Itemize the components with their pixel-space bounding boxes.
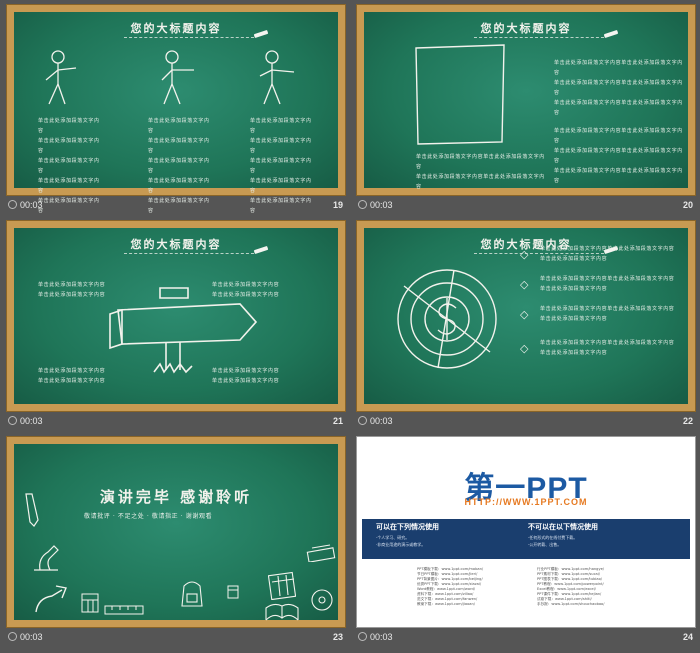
chalkboard: 您的大标题内容 单击此处添加段落文字内容 单击此处添加段落文字内容 单击此处添加段… [14,228,338,404]
slide-number: 20 [682,200,693,210]
slide-number: 19 [332,200,343,210]
arrow-drawing-icon [35,585,67,613]
chalkboard-frame: 您的大标题内容 单击此处添加段落文字内容单击此处添加段落文字内容单击此处添加段落… [356,4,696,196]
resource-links-left[interactable]: PPT模板下载：www.1ppt.com/moban/节日PPT模板：www.1… [417,567,483,607]
slide-meta-19: 00:03 19 [6,198,346,214]
diamond-icon: ◇ [520,278,530,291]
slide-timing: 00:03 [358,416,393,426]
slide-title: 您的大标题内容 [130,22,222,35]
clock-icon [358,416,367,425]
slide-timing: 00:03 [8,632,43,642]
calculator-icon [81,593,99,613]
picture-frame-icon [415,44,505,145]
slide-number: 24 [682,632,693,642]
closing-title: 演讲完毕 感谢聆听 [99,488,253,506]
typewriter-icon [306,544,336,562]
credits-slide: 第一PPT HTTP://WWW.1PPT.COM 可以在下列情况使用 不可以在… [356,436,696,628]
pencil-icon [25,493,39,527]
chalkboard-frame: 您的大标题内容 ◇ ◇ ◇ ◇ 单击此处添加段落文字内容单击此处添加段落文字内容… [356,220,696,412]
clock-icon [358,632,367,641]
dollar-target-icon [397,269,497,369]
slide-meta-24: 00:03 24 [356,630,696,646]
slide-number: 22 [682,416,693,426]
slide-thumbnail-23[interactable]: 演讲完毕 感谢聆听 敬请批评 · 不足之处 · 敬请指正 · 谢谢观看 [6,436,346,628]
chalkboard: 您的大标题内容 ◇ ◇ ◇ ◇ 单击此处添加段落文字内容单击此处添加段落文字内容… [364,228,688,404]
slide-timing: 00:03 [8,200,43,210]
body-text: 单击此处添加段落文字内容单击此处添加段落文字内容单击此处添加段落文字内容单击此处… [554,128,683,184]
chalkboard: 您的大标题内容 单击此处添加段落文字内容单击此处添加段落文字内容单击此处添加段落… [14,12,338,214]
body-text: 单击此处添加段落文字内容 单击此处添加段落文字内容 [212,368,280,384]
slide-thumbnail-24[interactable]: 第一PPT HTTP://WWW.1PPT.COM 可以在下列情况使用 不可以在… [356,436,696,628]
slide-thumbnail-22[interactable]: 您的大标题内容 ◇ ◇ ◇ ◇ 单击此处添加段落文字内容单击此处添加段落文字内容… [356,220,696,412]
clock-icon [8,632,17,641]
body-text: 单击此处添加段落文字内容单击此处添加段落文字内容单击此处添加段落文字内容单击此处… [554,60,683,116]
diamond-icon: ◇ [520,308,530,321]
chalkboard: 演讲完毕 感谢聆听 敬请批评 · 不足之处 · 敬请指正 · 谢谢观看 [14,444,338,621]
slide-thumbnail-21[interactable]: 您的大标题内容 单击此处添加段落文字内容 单击此处添加段落文字内容 单击此处添加段… [6,220,346,412]
slide-meta-20: 00:03 20 [356,198,696,214]
body-text: 单击此处添加段落文字内容 单击此处添加段落文字内容 [38,282,106,298]
body-text: 单击此处添加段落文字内容单击此处添加段落文字内容 单击此处添加段落文字内容 [540,306,675,322]
cd-disc-icon [311,589,333,611]
closing-subtitle: 敬请批评 · 不足之处 · 敬请指正 · 谢谢观看 [84,513,213,520]
slide-number: 23 [332,632,343,642]
diamond-icon: ◇ [520,342,530,355]
backpack-icon [181,581,203,607]
can-use-heading: 可以在下列情况使用 [376,523,439,531]
calendar-icon [268,571,296,600]
brand-url: HTTP://WWW.1PPT.COM [464,497,588,507]
body-text: 单击此处添加段落文字内容单击此处添加段落文字内容 单击此处添加段落文字内容 [540,246,675,262]
title-underline [124,37,254,38]
cannot-use-heading: 不可以在以下情况使用 [528,523,598,531]
clock-icon [358,200,367,209]
usage-terms-band: 可以在下列情况使用 不可以在以下情况使用 ·个人学习、研究。 ·非商业用途的演示或… [362,519,690,559]
slide-meta-21: 00:03 21 [6,414,346,430]
chalkboard-frame: 演讲完毕 感谢聆听 敬请批评 · 不足之处 · 敬请指正 · 谢谢观看 [6,436,346,628]
clock-icon [8,416,17,425]
stick-figure-icon [259,50,295,105]
slide-title: 您的大标题内容 [130,238,222,251]
diamond-icon: ◇ [520,248,530,261]
can-use-list: ·个人学习、研究。 ·非商业用途的演示或教学。 [376,535,426,547]
chalkboard-frame: 您的大标题内容 单击此处添加段落文字内容单击此处添加段落文字内容单击此处添加段落… [6,4,346,214]
slide-thumbnail-19[interactable]: 您的大标题内容 单击此处添加段落文字内容 单击此处添加段落文字内容 单击此处添加段落… [6,4,346,214]
slide-meta-23: 00:03 23 [6,630,346,646]
slide-title: 您的大标题内容 [480,22,572,35]
body-text: 单击此处添加段落文字内容 单击此处添加段落文字内容 [212,282,280,298]
microscope-icon [34,545,59,571]
stick-figure-icon [45,50,77,105]
chalkboard-frame: 您的大标题内容 单击此处添加段落文字内容 单击此处添加段落文字内容 单击此处添加段… [6,220,346,412]
slide-thumbnail-20[interactable]: 您的大标题内容 单击此处添加段落文字内容单击此处添加段落文字内容 单击此处添加段落… [356,4,696,196]
resource-links-right[interactable]: 行业PPT模板：www.1ppt.com/hangye/PPT素材下载：www.… [537,567,604,607]
title-underline [474,37,604,38]
slide-timing: 00:03 [358,632,393,642]
body-text: 单击此处添加段落文字内容单击此处添加段落文字内容 单击此处添加段落文字内容 [540,340,675,356]
body-text: 单击此处添加段落文字内容单击此处添加段落文字内容单击此处添加段落文字内容单击此处… [416,154,545,190]
slide-timing: 00:03 [8,416,43,426]
ruler-icon [104,605,144,615]
stick-figure-icon [161,50,194,105]
body-text: 单击此处添加段落文字内容 单击此处添加段落文字内容 [38,368,106,384]
body-text: 单击此处添加段落文字内容单击此处添加段落文字内容 单击此处添加段落文字内容 [540,276,675,292]
slide-meta-22: 00:03 22 [356,414,696,430]
small-calculator-icon [227,585,239,599]
slide-timing: 00:03 [358,200,393,210]
title-underline [124,253,254,254]
slide-number: 21 [332,416,343,426]
clock-icon [8,200,17,209]
chalkboard: 您的大标题内容 单击此处添加段落文字内容单击此处添加段落文字内容单击此处添加段落… [364,12,688,190]
cannot-use-list: ·任何形式的在线付费下载。 ·公开转载、出售。 [528,535,578,547]
book-icon [265,603,299,621]
